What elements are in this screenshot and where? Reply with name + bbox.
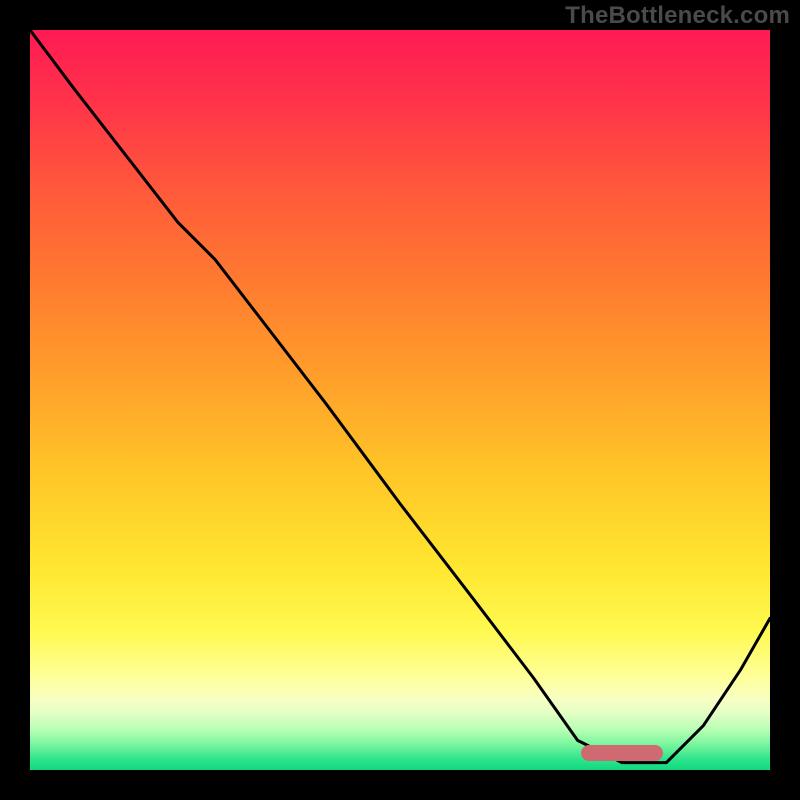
chart-container: TheBottleneck.com xyxy=(0,0,800,800)
bottleneck-curve xyxy=(30,30,770,770)
optimal-range-marker xyxy=(581,745,662,761)
plot-area xyxy=(30,30,770,770)
attribution-text: TheBottleneck.com xyxy=(565,2,790,30)
